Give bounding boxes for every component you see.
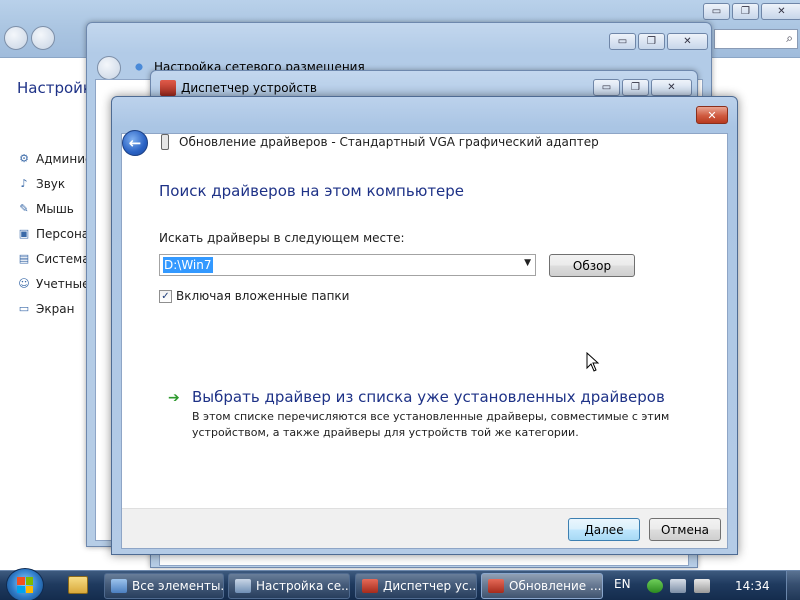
- pick-driver-link[interactable]: Выбрать драйвер из списка уже установлен…: [192, 388, 665, 406]
- display-icon: ▭: [18, 302, 30, 315]
- search-location-label: Искать драйверы в следующем месте:: [159, 231, 405, 245]
- taskbar-item-label: Настройка се...: [256, 579, 350, 593]
- forward-nav-button[interactable]: [31, 26, 55, 50]
- sidebar-item-label: Учетные: [36, 276, 90, 291]
- sidebar-item-sound[interactable]: ♪ Звук: [16, 171, 92, 196]
- dialog-footer: Далее Отмена: [122, 508, 727, 548]
- sidebar-item-label: Звук: [36, 176, 66, 191]
- close-button[interactable]: ✕: [667, 33, 708, 50]
- taskbar-item-label: Обновление ...: [509, 579, 602, 593]
- maximize-icon: ❐: [647, 36, 656, 47]
- search-input[interactable]: ⌕: [714, 29, 798, 49]
- close-button[interactable]: ✕: [761, 3, 800, 20]
- minimize-icon: ▭: [601, 82, 612, 93]
- minimize-icon: ▭: [711, 6, 722, 17]
- taskbar-item-driver-update[interactable]: Обновление ...: [481, 573, 603, 599]
- sidebar-item-label: Персона: [36, 226, 90, 241]
- close-icon: ✕: [777, 6, 786, 17]
- mouse-cursor-icon: [586, 352, 600, 372]
- page-title: Настройк: [17, 79, 92, 97]
- admin-tools-icon: ⚙: [19, 152, 29, 165]
- minimize-icon: ▭: [617, 36, 628, 47]
- control-panel-caption-buttons: ▭ ❐ ✕: [703, 3, 800, 20]
- windows-logo-icon: [17, 577, 33, 593]
- sidebar-item-label: Экран: [36, 301, 75, 316]
- sidebar-item-system[interactable]: ▤ Система: [16, 246, 92, 271]
- pick-driver-description: В этом списке перечисляются все установл…: [192, 410, 670, 439]
- dialog-content: Поиск драйверов на этом компьютере Искат…: [121, 133, 728, 549]
- taskbar-item-network[interactable]: Настройка се...: [228, 573, 350, 599]
- taskbar-item-label: Диспетчер ус...: [383, 579, 477, 593]
- minimize-button[interactable]: ▭: [703, 3, 730, 20]
- driver-update-icon: [488, 579, 504, 593]
- maximize-button[interactable]: ❐: [732, 3, 759, 20]
- mouse-icon: ✎: [19, 202, 29, 215]
- network-icon: [131, 59, 147, 75]
- network-icon: [235, 579, 251, 593]
- maximize-button[interactable]: ❐: [638, 33, 665, 50]
- device-manager-caption-buttons: ▭ ❐ ✕: [593, 79, 692, 96]
- taskbar-item-device-manager[interactable]: Диспетчер ус...: [355, 573, 477, 599]
- network-caption-buttons: ▭ ❐ ✕: [609, 33, 708, 50]
- graphics-adapter-icon: [161, 134, 169, 150]
- action-center-icon[interactable]: [647, 579, 663, 593]
- minimize-button[interactable]: ▭: [609, 33, 636, 50]
- search-icon: ⌕: [786, 31, 793, 45]
- close-icon: ✕: [707, 108, 717, 122]
- show-desktop-button[interactable]: [786, 571, 800, 600]
- control-panel-icon: [111, 579, 127, 593]
- sidebar-item-display[interactable]: ▭ Экран: [16, 296, 92, 321]
- device-manager-title: Диспетчер устройств: [181, 81, 318, 95]
- close-icon: ✕: [683, 36, 692, 47]
- driver-path-combobox[interactable]: D:\Win7 ▼: [159, 254, 536, 276]
- sidebar-item-personalization[interactable]: ▣ Персона: [16, 221, 92, 246]
- close-button[interactable]: ✕: [651, 79, 692, 96]
- maximize-icon: ❐: [631, 82, 640, 93]
- device-manager-icon: [362, 579, 378, 593]
- system-icon: ▤: [18, 252, 30, 265]
- maximize-icon: ❐: [741, 6, 750, 17]
- start-button[interactable]: [6, 568, 44, 600]
- sidebar-item-accounts[interactable]: ☺ Учетные: [16, 271, 92, 296]
- back-arrow-icon: ←: [128, 134, 142, 152]
- sidebar-item-label: Система: [36, 251, 90, 266]
- update-driver-dialog: ✕ Поиск драйверов на этом компьютере Иск…: [111, 96, 738, 555]
- include-subfolders-label: Включая вложенные папки: [176, 289, 350, 303]
- sidebar-item-admin[interactable]: ⚙ Админис: [16, 146, 92, 171]
- volume-muted-icon[interactable]: [694, 579, 710, 593]
- green-arrow-icon: ➔: [168, 390, 180, 406]
- maximize-button[interactable]: ❐: [622, 79, 649, 96]
- language-indicator[interactable]: EN: [614, 577, 631, 591]
- close-icon: ✕: [667, 82, 676, 93]
- network-tray-icon[interactable]: [670, 579, 686, 593]
- dialog-close-button[interactable]: ✕: [696, 106, 728, 124]
- back-nav-button[interactable]: [4, 26, 28, 50]
- chevron-down-icon[interactable]: ▼: [524, 258, 531, 268]
- taskbar: Все элементы... Настройка се... Диспетче…: [0, 568, 800, 600]
- minimize-button[interactable]: ▭: [593, 79, 620, 96]
- dialog-title: Обновление драйверов - Стандартный VGA г…: [179, 135, 599, 149]
- sidebar-item-label: Мышь: [36, 201, 74, 216]
- explorer-folder-icon[interactable]: [68, 576, 88, 594]
- sidebar-item-mouse[interactable]: ✎ Мышь: [16, 196, 92, 221]
- user-accounts-icon: ☺: [18, 277, 30, 290]
- instruction-heading: Поиск драйверов на этом компьютере: [159, 182, 465, 200]
- browse-button[interactable]: Обзор: [549, 254, 635, 277]
- driver-path-value[interactable]: D:\Win7: [163, 257, 213, 273]
- taskbar-item-label: Все элементы...: [132, 579, 224, 593]
- dialog-back-button[interactable]: ←: [122, 130, 148, 156]
- taskbar-item-control-panel[interactable]: Все элементы...: [104, 573, 224, 599]
- clock[interactable]: 14:34: [735, 579, 770, 593]
- network-back-button[interactable]: [97, 56, 121, 80]
- cancel-button[interactable]: Отмена: [649, 518, 721, 541]
- device-manager-icon: [160, 80, 176, 96]
- personalization-icon: ▣: [18, 227, 30, 240]
- include-subfolders-checkbox[interactable]: ✓ Включая вложенные папки: [159, 289, 349, 303]
- checkbox-check-icon[interactable]: ✓: [159, 289, 172, 303]
- sidebar: ⚙ Админис ♪ Звук ✎ Мышь ▣ Персона ▤ Система ☺…: [16, 146, 92, 321]
- speaker-icon: ♪: [20, 177, 28, 190]
- next-button[interactable]: Далее: [568, 518, 640, 541]
- sidebar-item-label: Админис: [36, 151, 92, 166]
